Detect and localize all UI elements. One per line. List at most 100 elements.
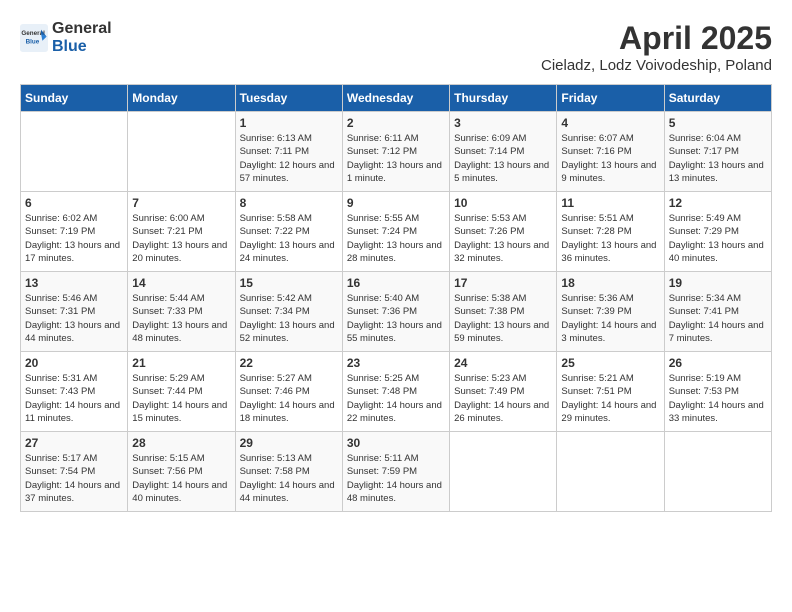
calendar-cell: 28 Sunrise: 5:15 AM Sunset: 7:56 PM Dayli… — [128, 432, 235, 512]
calendar-cell: 26 Sunrise: 5:19 AM Sunset: 7:53 PM Dayli… — [664, 352, 771, 432]
logo-general-text: General — [52, 20, 112, 37]
day-info: Sunrise: 5:19 AM Sunset: 7:53 PM Dayligh… — [669, 372, 767, 425]
day-info: Sunrise: 5:17 AM Sunset: 7:54 PM Dayligh… — [25, 452, 123, 505]
day-info: Sunrise: 6:13 AM Sunset: 7:11 PM Dayligh… — [240, 132, 338, 185]
day-header-sunday: Sunday — [21, 85, 128, 112]
day-info: Sunrise: 5:58 AM Sunset: 7:22 PM Dayligh… — [240, 212, 338, 265]
calendar-cell: 9 Sunrise: 5:55 AM Sunset: 7:24 PM Daylig… — [342, 192, 449, 272]
calendar-cell — [664, 432, 771, 512]
day-number: 26 — [669, 356, 767, 370]
calendar-cell — [128, 112, 235, 192]
day-info: Sunrise: 5:38 AM Sunset: 7:38 PM Dayligh… — [454, 292, 552, 345]
day-number: 18 — [561, 276, 659, 290]
calendar-cell: 25 Sunrise: 5:21 AM Sunset: 7:51 PM Dayli… — [557, 352, 664, 432]
calendar-cell: 19 Sunrise: 5:34 AM Sunset: 7:41 PM Dayli… — [664, 272, 771, 352]
calendar-cell — [557, 432, 664, 512]
calendar-cell: 1 Sunrise: 6:13 AM Sunset: 7:11 PM Daylig… — [235, 112, 342, 192]
calendar-cell: 5Sunrise: 6:04 AM Sunset: 7:17 PM Daylig… — [664, 112, 771, 192]
day-number: 15 — [240, 276, 338, 290]
day-info: Sunrise: 5:29 AM Sunset: 7:44 PM Dayligh… — [132, 372, 230, 425]
day-info: Sunrise: 5:51 AM Sunset: 7:28 PM Dayligh… — [561, 212, 659, 265]
calendar-cell — [21, 112, 128, 192]
day-number: 28 — [132, 436, 230, 450]
calendar-cell: 22 Sunrise: 5:27 AM Sunset: 7:46 PM Dayli… — [235, 352, 342, 432]
day-number: 29 — [240, 436, 338, 450]
month-title: April 2025 — [541, 20, 772, 57]
day-info: Sunrise: 6:00 AM Sunset: 7:21 PM Dayligh… — [132, 212, 230, 265]
day-number: 21 — [132, 356, 230, 370]
day-header-wednesday: Wednesday — [342, 85, 449, 112]
day-number: 6 — [25, 196, 123, 210]
day-number: 3 — [454, 116, 552, 130]
day-info: Sunrise: 5:42 AM Sunset: 7:34 PM Dayligh… — [240, 292, 338, 345]
week-row-5: 27 Sunrise: 5:17 AM Sunset: 7:54 PM Dayli… — [21, 432, 772, 512]
calendar-cell: 29 Sunrise: 5:13 AM Sunset: 7:58 PM Dayli… — [235, 432, 342, 512]
header: General Blue General Blue April 2025 Cie… — [20, 20, 772, 74]
calendar-cell: 2 Sunrise: 6:11 AM Sunset: 7:12 PM Daylig… — [342, 112, 449, 192]
day-number: 14 — [132, 276, 230, 290]
week-row-3: 13Sunrise: 5:46 AM Sunset: 7:31 PM Dayli… — [21, 272, 772, 352]
day-info: Sunrise: 5:53 AM Sunset: 7:26 PM Dayligh… — [454, 212, 552, 265]
day-info: Sunrise: 6:02 AM Sunset: 7:19 PM Dayligh… — [25, 212, 123, 265]
day-number: 9 — [347, 196, 445, 210]
calendar-cell: 24Sunrise: 5:23 AM Sunset: 7:49 PM Dayli… — [450, 352, 557, 432]
day-info: Sunrise: 6:07 AM Sunset: 7:16 PM Dayligh… — [561, 132, 659, 185]
day-info: Sunrise: 6:11 AM Sunset: 7:12 PM Dayligh… — [347, 132, 445, 185]
day-number: 10 — [454, 196, 552, 210]
day-info: Sunrise: 6:04 AM Sunset: 7:17 PM Dayligh… — [669, 132, 767, 185]
calendar-cell: 27 Sunrise: 5:17 AM Sunset: 7:54 PM Dayli… — [21, 432, 128, 512]
day-info: Sunrise: 5:44 AM Sunset: 7:33 PM Dayligh… — [132, 292, 230, 345]
logo-icon: General Blue — [20, 24, 48, 52]
calendar-cell: 12Sunrise: 5:49 AM Sunset: 7:29 PM Dayli… — [664, 192, 771, 272]
day-info: Sunrise: 5:49 AM Sunset: 7:29 PM Dayligh… — [669, 212, 767, 265]
day-headers-row: SundayMondayTuesdayWednesdayThursdayFrid… — [21, 85, 772, 112]
week-row-1: 1 Sunrise: 6:13 AM Sunset: 7:11 PM Daylig… — [21, 112, 772, 192]
day-info: Sunrise: 5:21 AM Sunset: 7:51 PM Dayligh… — [561, 372, 659, 425]
day-number: 27 — [25, 436, 123, 450]
day-number: 11 — [561, 196, 659, 210]
calendar-cell: 13Sunrise: 5:46 AM Sunset: 7:31 PM Dayli… — [21, 272, 128, 352]
day-info: Sunrise: 5:34 AM Sunset: 7:41 PM Dayligh… — [669, 292, 767, 345]
day-number: 22 — [240, 356, 338, 370]
day-number: 8 — [240, 196, 338, 210]
calendar-cell: 10 Sunrise: 5:53 AM Sunset: 7:26 PM Dayli… — [450, 192, 557, 272]
day-number: 25 — [561, 356, 659, 370]
day-info: Sunrise: 5:25 AM Sunset: 7:48 PM Dayligh… — [347, 372, 445, 425]
svg-text:Blue: Blue — [26, 39, 40, 46]
day-number: 1 — [240, 116, 338, 130]
day-number: 4 — [561, 116, 659, 130]
day-info: Sunrise: 5:40 AM Sunset: 7:36 PM Dayligh… — [347, 292, 445, 345]
calendar-cell: 14 Sunrise: 5:44 AM Sunset: 7:33 PM Dayli… — [128, 272, 235, 352]
day-info: Sunrise: 5:27 AM Sunset: 7:46 PM Dayligh… — [240, 372, 338, 425]
day-number: 19 — [669, 276, 767, 290]
day-header-thursday: Thursday — [450, 85, 557, 112]
calendar-cell: 20 Sunrise: 5:31 AM Sunset: 7:43 PM Dayli… — [21, 352, 128, 432]
day-info: Sunrise: 5:36 AM Sunset: 7:39 PM Dayligh… — [561, 292, 659, 345]
day-number: 17 — [454, 276, 552, 290]
day-info: Sunrise: 5:13 AM Sunset: 7:58 PM Dayligh… — [240, 452, 338, 505]
week-row-2: 6 Sunrise: 6:02 AM Sunset: 7:19 PM Daylig… — [21, 192, 772, 272]
calendar-cell: 6 Sunrise: 6:02 AM Sunset: 7:19 PM Daylig… — [21, 192, 128, 272]
calendar-cell: 7 Sunrise: 6:00 AM Sunset: 7:21 PM Daylig… — [128, 192, 235, 272]
day-number: 30 — [347, 436, 445, 450]
day-number: 7 — [132, 196, 230, 210]
day-number: 20 — [25, 356, 123, 370]
calendar-cell: 4 Sunrise: 6:07 AM Sunset: 7:16 PM Daylig… — [557, 112, 664, 192]
day-number: 16 — [347, 276, 445, 290]
calendar-cell: 23 Sunrise: 5:25 AM Sunset: 7:48 PM Dayli… — [342, 352, 449, 432]
day-info: Sunrise: 5:55 AM Sunset: 7:24 PM Dayligh… — [347, 212, 445, 265]
calendar-cell: 15 Sunrise: 5:42 AM Sunset: 7:34 PM Dayli… — [235, 272, 342, 352]
day-number: 24 — [454, 356, 552, 370]
day-info: Sunrise: 6:09 AM Sunset: 7:14 PM Dayligh… — [454, 132, 552, 185]
logo-blue-text: Blue — [52, 38, 87, 55]
logo: General Blue General Blue — [20, 20, 112, 56]
day-info: Sunrise: 5:15 AM Sunset: 7:56 PM Dayligh… — [132, 452, 230, 505]
calendar-cell: 11 Sunrise: 5:51 AM Sunset: 7:28 PM Dayli… — [557, 192, 664, 272]
week-row-4: 20 Sunrise: 5:31 AM Sunset: 7:43 PM Dayli… — [21, 352, 772, 432]
day-number: 23 — [347, 356, 445, 370]
calendar-cell: 21 Sunrise: 5:29 AM Sunset: 7:44 PM Dayli… — [128, 352, 235, 432]
day-header-monday: Monday — [128, 85, 235, 112]
day-number: 2 — [347, 116, 445, 130]
day-info: Sunrise: 5:31 AM Sunset: 7:43 PM Dayligh… — [25, 372, 123, 425]
day-info: Sunrise: 5:11 AM Sunset: 7:59 PM Dayligh… — [347, 452, 445, 505]
